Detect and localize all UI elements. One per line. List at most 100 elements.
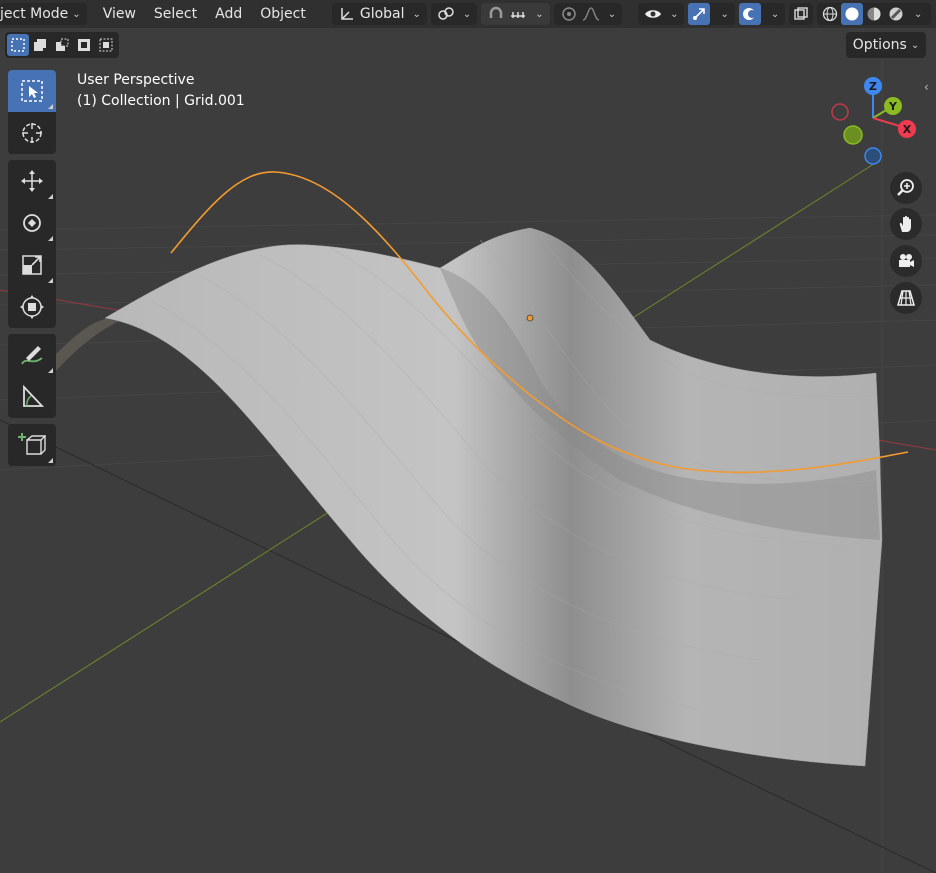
select-extend-button[interactable]	[29, 34, 51, 56]
zoom-button[interactable]	[890, 172, 922, 204]
options-label: Options	[852, 37, 907, 53]
chevron-down-icon: ⌄	[72, 8, 81, 20]
gizmo-neg-y	[843, 125, 863, 145]
chevron-down-icon: ⌄	[535, 8, 544, 20]
chevron-down-icon: ⌄	[914, 8, 923, 20]
visibility-dropdown[interactable]: ⌄	[638, 3, 685, 25]
xray-icon	[792, 5, 810, 23]
orientation-axes-icon	[338, 5, 356, 23]
chevron-down-icon: ⌄	[670, 8, 679, 20]
chevron-down-icon: ⌄	[462, 8, 472, 20]
gizmo-toggle[interactable]: ⌄	[688, 3, 735, 25]
magnet-icon	[487, 5, 505, 23]
gizmo-y-label: Y	[888, 100, 898, 113]
select-intersect-icon	[99, 38, 113, 52]
proportional-icon	[560, 5, 578, 23]
measure-tool[interactable]	[8, 376, 56, 418]
menu-object[interactable]: Object	[254, 3, 312, 25]
grid-icon	[897, 290, 915, 306]
scale-tool[interactable]	[8, 244, 56, 286]
wireframe-shading-button[interactable]	[819, 3, 841, 25]
select-box-icon	[21, 80, 43, 102]
chevron-down-icon: ⌄	[770, 8, 780, 20]
navigation-gizmo[interactable]: Z Y X	[831, 77, 916, 165]
camera-icon	[899, 254, 914, 267]
chevron-down-icon: ⌄	[412, 8, 421, 20]
pivot-point-dropdown[interactable]: ⌄	[430, 3, 478, 25]
proportional-editing[interactable]: ⌄	[553, 3, 623, 25]
menu-view[interactable]: View	[97, 3, 142, 25]
menu-select[interactable]: Select	[148, 3, 203, 25]
mesh-dark-edge	[55, 318, 125, 372]
link-icon	[437, 5, 455, 23]
select-mode-group	[5, 32, 119, 58]
menu-add[interactable]: Add	[209, 3, 248, 25]
select-invert-icon	[78, 39, 90, 51]
tool-group-add	[8, 424, 56, 466]
3d-viewport[interactable]: Z Y X	[0, 0, 936, 873]
select-subtract-icon	[56, 38, 69, 51]
rotate-tool[interactable]	[8, 202, 56, 244]
transform-tool[interactable]	[8, 286, 56, 328]
solid-shading-button[interactable]	[841, 3, 864, 25]
tool-shelf	[8, 70, 56, 472]
select-box-tool[interactable]	[8, 70, 56, 112]
gizmo-z-label: Z	[869, 80, 877, 93]
rendered-shading-button[interactable]	[885, 3, 907, 25]
transform-orientation-dropdown[interactable]: Global ⌄	[331, 3, 427, 25]
object-origin[interactable]	[526, 314, 534, 322]
tool-group-transform	[8, 160, 56, 328]
gizmo-neg-z	[864, 147, 882, 165]
snap-increment-icon	[509, 5, 527, 23]
camera-view-button[interactable]	[890, 245, 922, 277]
solid-icon	[845, 7, 859, 21]
wireframe-icon	[823, 6, 838, 22]
sidebar-toggle-icon[interactable]: ‹	[924, 80, 929, 94]
rotate-icon	[23, 214, 41, 232]
xray-toggle[interactable]	[789, 3, 814, 25]
tool-group-annotate	[8, 334, 56, 418]
select-box-new-icon	[11, 38, 25, 52]
orientation-label: Global	[359, 6, 405, 22]
snap-toggle[interactable]: ⌄	[481, 3, 550, 25]
view-name: User Perspective	[77, 72, 195, 88]
gizmo-x-label: X	[903, 123, 912, 136]
viewport-info: User Perspective (1) Collection | Grid.0…	[77, 70, 245, 112]
select-invert-button[interactable]	[73, 34, 95, 56]
mode-selector[interactable]: ject Mode ⌄	[0, 3, 87, 25]
transform-icon	[20, 295, 44, 319]
add-cube-tool[interactable]	[8, 424, 56, 466]
shading-mode-group: ⌄	[817, 3, 932, 25]
measure-icon	[23, 384, 45, 407]
chevron-down-icon: ⌄	[607, 8, 617, 20]
shading-options-dropdown[interactable]: ⌄	[907, 3, 929, 25]
move-icon	[21, 170, 43, 192]
pan-button[interactable]	[890, 208, 922, 240]
add-cube-icon	[18, 433, 46, 455]
mode-label: ject Mode	[0, 6, 69, 22]
hand-icon	[899, 215, 911, 232]
chevron-down-icon: ⌄	[910, 39, 920, 51]
select-intersect-button[interactable]	[95, 34, 117, 56]
options-dropdown[interactable]: Options ⌄	[846, 32, 926, 58]
rendered-icon	[889, 7, 903, 21]
gizmo-neg-x	[831, 103, 849, 121]
eye-icon	[644, 5, 662, 23]
move-tool[interactable]	[8, 160, 56, 202]
zoom-icon	[897, 179, 914, 196]
select-subtract-button[interactable]	[51, 34, 73, 56]
gizmo-arrows-icon	[688, 3, 711, 25]
overlays-toggle[interactable]: ⌄	[738, 3, 786, 25]
viewport-scene[interactable]: Z Y X	[0, 0, 936, 873]
select-new-button[interactable]	[7, 34, 29, 56]
viewport-header: ject Mode ⌄ View Select Add Object Globa…	[0, 0, 936, 28]
perspective-toggle-button[interactable]	[890, 282, 922, 314]
cursor-tool[interactable]	[8, 112, 56, 154]
cursor-icon	[22, 123, 42, 143]
falloff-icon	[582, 5, 600, 23]
overlays-icon	[738, 3, 761, 25]
material-shading-button[interactable]	[863, 3, 885, 25]
select-extend-icon	[34, 39, 46, 51]
tool-group-select	[8, 70, 56, 154]
annotate-tool[interactable]	[8, 334, 56, 376]
